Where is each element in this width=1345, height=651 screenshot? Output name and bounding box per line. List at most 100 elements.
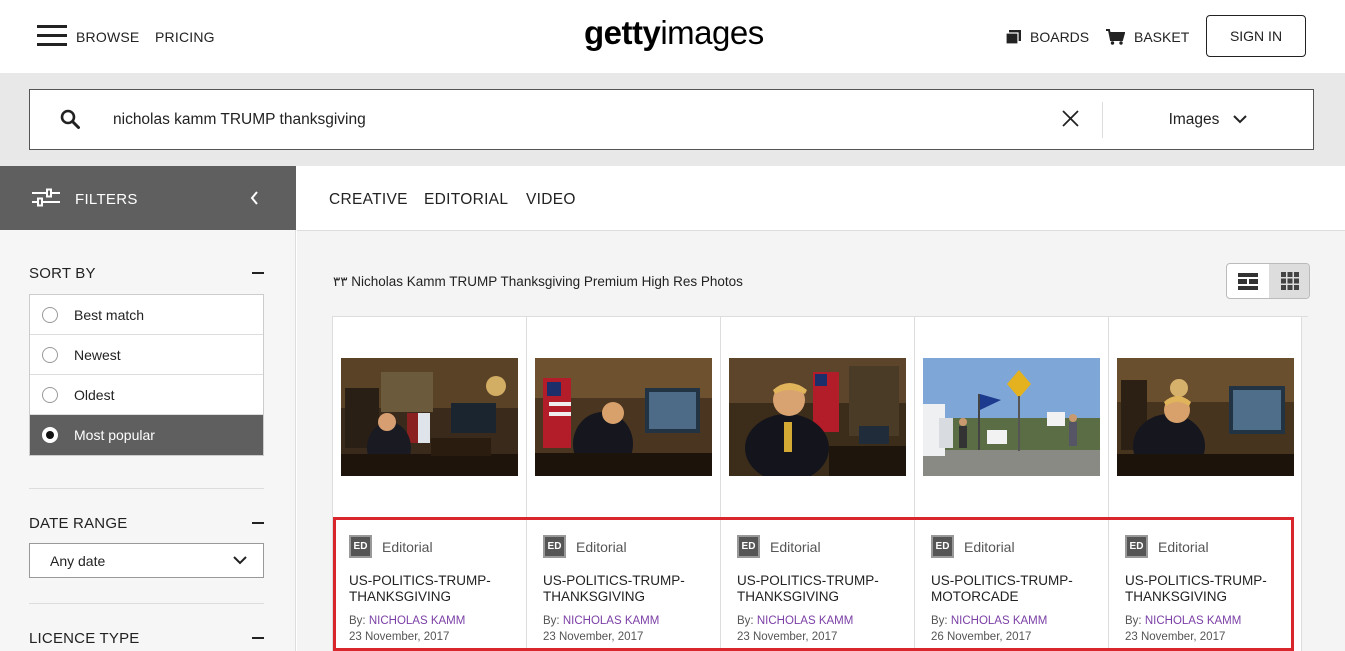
- media-type-label: Images: [1168, 110, 1220, 128]
- radio-icon: [42, 346, 58, 363]
- sort-option-oldest[interactable]: Oldest: [30, 375, 263, 415]
- grid-view-button[interactable]: [1269, 264, 1309, 298]
- image-title[interactable]: US-POLITICS-TRUMP-THANKSGIVING: [1125, 573, 1295, 605]
- date-range-title: DATE RANGE: [29, 515, 128, 532]
- tab-editorial[interactable]: EDITORIAL: [424, 191, 508, 209]
- search-band: Images: [0, 73, 1345, 166]
- image-byline: By: NICHOLAS KAMM: [931, 615, 1047, 627]
- image-card[interactable]: ED Editorial US-POLITICS-TRUMP-THANKSGIV…: [1108, 317, 1302, 651]
- image-title[interactable]: US-POLITICS-TRUMP-THANKSGIVING: [349, 573, 519, 605]
- editorial-badge: ED: [931, 535, 954, 558]
- sort-option-label: Newest: [74, 346, 121, 363]
- filters-toggle[interactable]: FILTERS: [0, 166, 296, 230]
- section-divider: [29, 488, 264, 489]
- image-byline: By: NICHOLAS KAMM: [543, 615, 659, 627]
- close-icon[interactable]: [1062, 110, 1079, 127]
- image-title[interactable]: US-POLITICS-TRUMP-MOTORCADE: [931, 573, 1101, 605]
- radio-selected-icon: [42, 427, 58, 443]
- sort-options: Best match Newest Oldest Most popular: [29, 294, 264, 456]
- sliders-icon: [32, 188, 60, 207]
- sort-option-most-popular[interactable]: Most popular: [30, 415, 263, 455]
- getty-logo[interactable]: gettyimages: [584, 14, 764, 52]
- by-label: By:: [931, 615, 948, 627]
- pricing-link[interactable]: PRICING: [155, 29, 215, 45]
- collapse-licence-icon[interactable]: [252, 637, 264, 639]
- collapse-sort-icon[interactable]: [252, 272, 264, 274]
- author-link[interactable]: NICHOLAS KAMM: [1145, 615, 1242, 627]
- chevron-left-icon: [250, 191, 258, 205]
- image-card[interactable]: ED Editorial US-POLITICS-TRUMP-THANKSGIV…: [720, 317, 914, 651]
- image-title[interactable]: US-POLITICS-TRUMP-THANKSGIVING: [737, 573, 907, 605]
- sort-option-label: Best match: [74, 306, 145, 323]
- sign-in-button[interactable]: SIGN IN: [1206, 15, 1306, 57]
- media-type-select[interactable]: Images: [1103, 90, 1313, 149]
- browse-link[interactable]: BROWSE: [76, 29, 139, 45]
- basket-label: BASKET: [1134, 29, 1190, 45]
- editorial-badge: ED: [543, 535, 566, 558]
- tab-creative[interactable]: CREATIVE: [329, 191, 408, 209]
- image-thumbnail[interactable]: [1117, 358, 1294, 476]
- results-grid: ED Editorial US-POLITICS-TRUMP-THANKSGIV…: [332, 316, 1308, 651]
- author-link[interactable]: NICHOLAS KAMM: [757, 615, 854, 627]
- image-title[interactable]: US-POLITICS-TRUMP-THANKSGIVING: [543, 573, 713, 605]
- editorial-label: Editorial: [382, 538, 433, 555]
- tab-video[interactable]: VIDEO: [526, 191, 576, 209]
- editorial-label: Editorial: [1158, 538, 1209, 555]
- editorial-badge: ED: [349, 535, 372, 558]
- author-link[interactable]: NICHOLAS KAMM: [951, 615, 1048, 627]
- licence-type-title: LICENCE TYPE: [29, 630, 140, 647]
- logo-bold-text: getty: [584, 14, 661, 51]
- search-icon[interactable]: [60, 109, 80, 129]
- view-toggle: [1226, 263, 1310, 299]
- radio-icon: [42, 306, 58, 323]
- image-thumbnail[interactable]: [535, 358, 712, 476]
- filters-label: FILTERS: [75, 191, 138, 208]
- mosaic-view-button[interactable]: [1227, 264, 1269, 298]
- sort-option-newest[interactable]: Newest: [30, 335, 263, 375]
- author-link[interactable]: NICHOLAS KAMM: [563, 615, 660, 627]
- search-box: Images: [29, 89, 1314, 150]
- image-card[interactable]: ED Editorial US-POLITICS-TRUMP-THANKSGIV…: [332, 317, 526, 651]
- image-date: 26 November, 2017: [931, 631, 1032, 643]
- by-label: By:: [1125, 615, 1142, 627]
- image-thumbnail[interactable]: [923, 358, 1100, 476]
- image-byline: By: NICHOLAS KAMM: [737, 615, 853, 627]
- sort-option-label: Most popular: [74, 427, 155, 443]
- editorial-tag: ED Editorial: [737, 535, 821, 558]
- results-area: ٣٣ Nicholas Kamm TRUMP Thanksgiving Prem…: [297, 231, 1345, 651]
- filters-sidebar: FILTERS SORT BY Best match Newest Oldest…: [0, 166, 296, 651]
- chevron-down-icon: [233, 556, 247, 565]
- sort-option-best-match[interactable]: Best match: [30, 295, 263, 335]
- editorial-tag: ED Editorial: [931, 535, 1015, 558]
- collapse-date-icon[interactable]: [252, 522, 264, 524]
- grid-view-icon: [1281, 272, 1299, 290]
- image-thumbnail[interactable]: [729, 358, 906, 476]
- author-link[interactable]: NICHOLAS KAMM: [369, 615, 466, 627]
- editorial-badge: ED: [1125, 535, 1148, 558]
- basket-link[interactable]: BASKET: [1106, 29, 1189, 45]
- date-range-select[interactable]: Any date: [29, 543, 264, 578]
- editorial-tag: ED Editorial: [349, 535, 433, 558]
- image-date: 23 November, 2017: [737, 631, 838, 643]
- image-card[interactable]: ED Editorial US-POLITICS-TRUMP-MOTORCADE…: [914, 317, 1108, 651]
- image-date: 23 November, 2017: [349, 631, 450, 643]
- cart-icon: [1106, 29, 1125, 45]
- search-input[interactable]: [113, 90, 1013, 149]
- image-byline: By: NICHOLAS KAMM: [1125, 615, 1241, 627]
- boards-label: BOARDS: [1030, 29, 1090, 45]
- sort-by-title: SORT BY: [29, 265, 96, 282]
- image-card[interactable]: ED Editorial US-POLITICS-TRUMP-THANKSGIV…: [526, 317, 720, 651]
- boards-icon: [1006, 30, 1021, 44]
- image-thumbnail[interactable]: [341, 358, 518, 476]
- image-byline: By: NICHOLAS KAMM: [349, 615, 465, 627]
- editorial-label: Editorial: [770, 538, 821, 555]
- by-label: By:: [543, 615, 560, 627]
- menu-icon[interactable]: [37, 25, 67, 47]
- logo-regular-text: images: [660, 14, 764, 51]
- boards-link[interactable]: BOARDS: [1006, 29, 1089, 45]
- results-title: ٣٣ Nicholas Kamm TRUMP Thanksgiving Prem…: [333, 274, 743, 289]
- mosaic-view-icon: [1238, 272, 1258, 290]
- editorial-label: Editorial: [576, 538, 627, 555]
- content-tabs: CREATIVE EDITORIAL VIDEO: [297, 166, 1345, 231]
- sort-option-label: Oldest: [74, 386, 115, 403]
